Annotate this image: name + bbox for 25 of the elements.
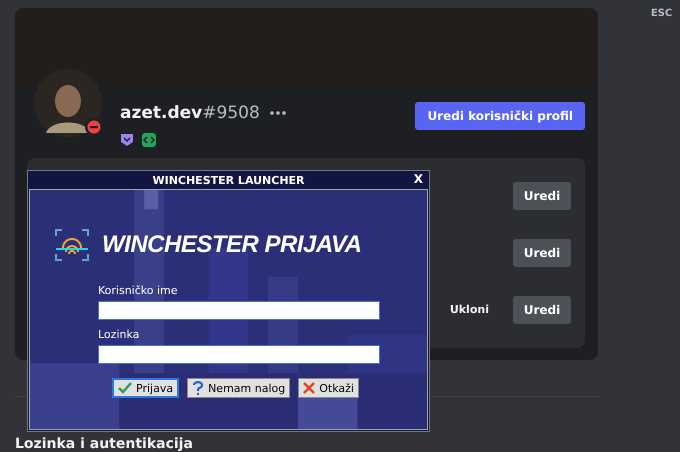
code-badge-icon [142,132,156,147]
edit-button[interactable]: Uredi [513,296,571,324]
field-label: Lozinka [98,328,140,341]
dialog-button[interactable]: Otkaži [298,378,359,398]
question-icon [192,381,204,395]
check-icon [118,382,132,394]
input-field[interactable] [98,301,380,320]
fingerprint-icon [54,228,90,262]
dialog-button[interactable]: Prijava [112,378,180,398]
dialog-title: WINCHESTER LAUNCHER [152,174,305,186]
input-field[interactable] [98,345,380,364]
shield-badge-icon [120,132,134,147]
section-heading: Lozinka i autentikacija [15,437,194,452]
close-button[interactable]: X [412,172,425,186]
edit-button[interactable]: Uredi [513,182,571,210]
edit-profile-button[interactable]: Uredi korisnički profil [415,102,585,130]
remove-link[interactable]: Ukloni [450,303,489,316]
login-heading: WINCHESTER PRIJAVA [102,231,362,259]
cross-icon [303,382,316,394]
esc-label: ESC [650,8,672,20]
edit-button[interactable]: Uredi [513,238,571,266]
field-label: Korisničko ime [98,284,179,297]
username: azet.dev#9508 [120,102,260,123]
dialog-button[interactable]: Nemam nalog [187,378,290,398]
more-icon[interactable] [270,110,286,115]
